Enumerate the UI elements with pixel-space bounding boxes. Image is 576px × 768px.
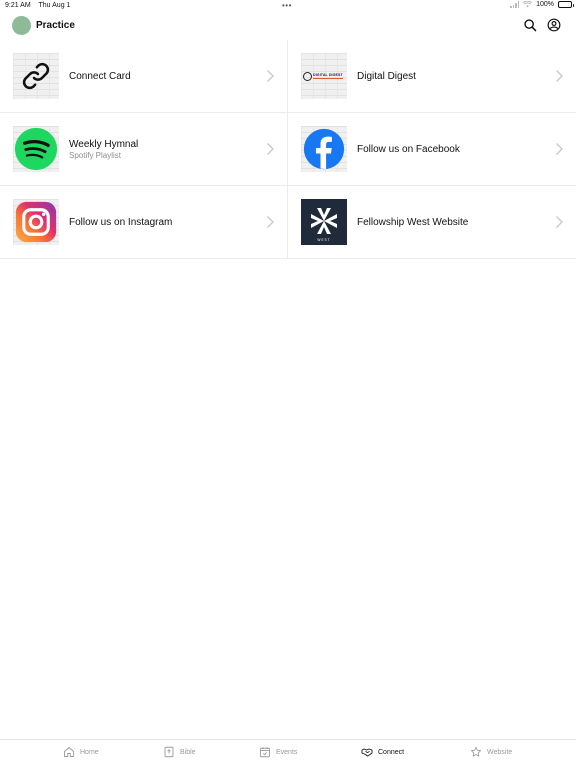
chevron-right-icon bbox=[267, 216, 274, 228]
star-icon bbox=[470, 746, 482, 757]
home-icon bbox=[64, 747, 74, 757]
west-logo-text: WEST bbox=[317, 238, 330, 242]
search-icon bbox=[524, 19, 537, 32]
digest-logo-text: DIGITAL DIGEST bbox=[313, 73, 343, 77]
tile-subtitle: Spotify Playlist bbox=[69, 150, 122, 160]
instagram-icon bbox=[13, 199, 59, 245]
avatar[interactable] bbox=[12, 16, 31, 35]
tab-connect[interactable]: Connect bbox=[361, 746, 404, 758]
user-circle-icon bbox=[547, 18, 561, 32]
tile-digital-digest[interactable]: DIGITAL DIGEST Digital Digest bbox=[288, 40, 576, 113]
connect-grid: Connect Card DIGITAL DIGEST Digital Dige… bbox=[0, 40, 576, 259]
tile-facebook[interactable]: Follow us on Facebook bbox=[288, 113, 576, 186]
tile-text: Follow us on Instagram bbox=[69, 186, 172, 258]
status-right: 100% bbox=[510, 1, 574, 8]
tab-bible[interactable]: Bible bbox=[163, 746, 196, 758]
facebook-icon bbox=[301, 126, 347, 172]
tab-label: Website bbox=[487, 748, 513, 756]
multitask-dots[interactable]: ••• bbox=[282, 1, 292, 10]
tile-connect-card[interactable]: Connect Card bbox=[0, 40, 288, 113]
tile-text: Digital Digest bbox=[357, 40, 416, 112]
tab-label: Home bbox=[80, 748, 99, 756]
status-date: Thu Aug 1 bbox=[38, 2, 71, 9]
wifi-icon bbox=[523, 1, 533, 8]
tile-weekly-hymnal[interactable]: Weekly Hymnal Spotify Playlist bbox=[0, 113, 288, 186]
tile-title: Weekly Hymnal bbox=[69, 138, 139, 150]
status-left: 9:21 AM Thu Aug 1 bbox=[5, 2, 76, 9]
tab-label: Bible bbox=[180, 748, 196, 756]
fellowship-west-logo: WEST bbox=[301, 199, 347, 245]
chevron-right-icon bbox=[267, 70, 274, 82]
tile-text: Connect Card bbox=[69, 40, 131, 112]
spotify-icon bbox=[13, 126, 59, 172]
tile-title: Follow us on Facebook bbox=[357, 143, 460, 155]
bible-icon bbox=[164, 746, 174, 758]
tab-home[interactable]: Home bbox=[63, 746, 99, 758]
tile-text: Fellowship West Website bbox=[357, 186, 468, 258]
tab-label: Events bbox=[276, 748, 298, 756]
search-button[interactable] bbox=[522, 17, 538, 33]
tile-fellowship-west[interactable]: WEST Fellowship West Website bbox=[288, 186, 576, 259]
tab-bar: Home Bible Events Connect Website bbox=[0, 739, 576, 768]
status-bar: 9:21 AM Thu Aug 1 ••• 100% bbox=[0, 0, 576, 12]
status-time: 9:21 AM bbox=[5, 2, 31, 9]
profile-button[interactable] bbox=[546, 17, 562, 33]
link-icon bbox=[13, 53, 59, 99]
tab-label: Connect bbox=[378, 748, 405, 756]
battery-icon bbox=[558, 1, 574, 8]
tile-title: Connect Card bbox=[69, 70, 131, 82]
tile-title: Digital Digest bbox=[357, 70, 416, 82]
tab-website[interactable]: Website bbox=[470, 746, 512, 758]
chevron-right-icon bbox=[556, 216, 563, 228]
calendar-icon bbox=[260, 747, 270, 758]
chevron-right-icon bbox=[556, 143, 563, 155]
app-header: Practice bbox=[0, 12, 576, 40]
tile-instagram[interactable]: Follow us on Instagram bbox=[0, 186, 288, 259]
page-title: Practice bbox=[36, 20, 75, 31]
cellular-signal-icon bbox=[510, 1, 520, 8]
chevron-right-icon bbox=[267, 143, 274, 155]
chevron-right-icon bbox=[556, 70, 563, 82]
tile-title: Follow us on Instagram bbox=[69, 216, 173, 228]
tile-title: Fellowship West Website bbox=[357, 216, 469, 228]
handshake-icon bbox=[361, 748, 373, 757]
tab-events[interactable]: Events bbox=[259, 746, 297, 758]
digital-digest-logo: DIGITAL DIGEST bbox=[301, 53, 347, 99]
tile-text: Weekly Hymnal Spotify Playlist bbox=[69, 113, 138, 185]
battery-percent: 100% bbox=[536, 1, 554, 8]
tile-text: Follow us on Facebook bbox=[357, 113, 460, 185]
